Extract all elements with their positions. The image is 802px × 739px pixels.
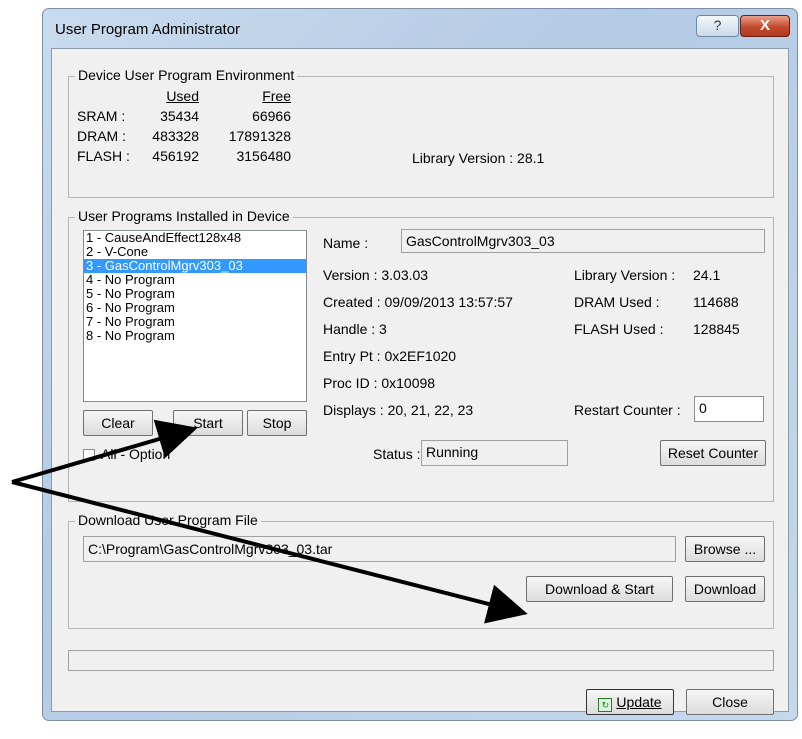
- callout-arrows: [11, 419, 528, 624]
- arrow-to-download-start-button: [11, 480, 528, 624]
- arrow-to-start-button: [11, 419, 198, 484]
